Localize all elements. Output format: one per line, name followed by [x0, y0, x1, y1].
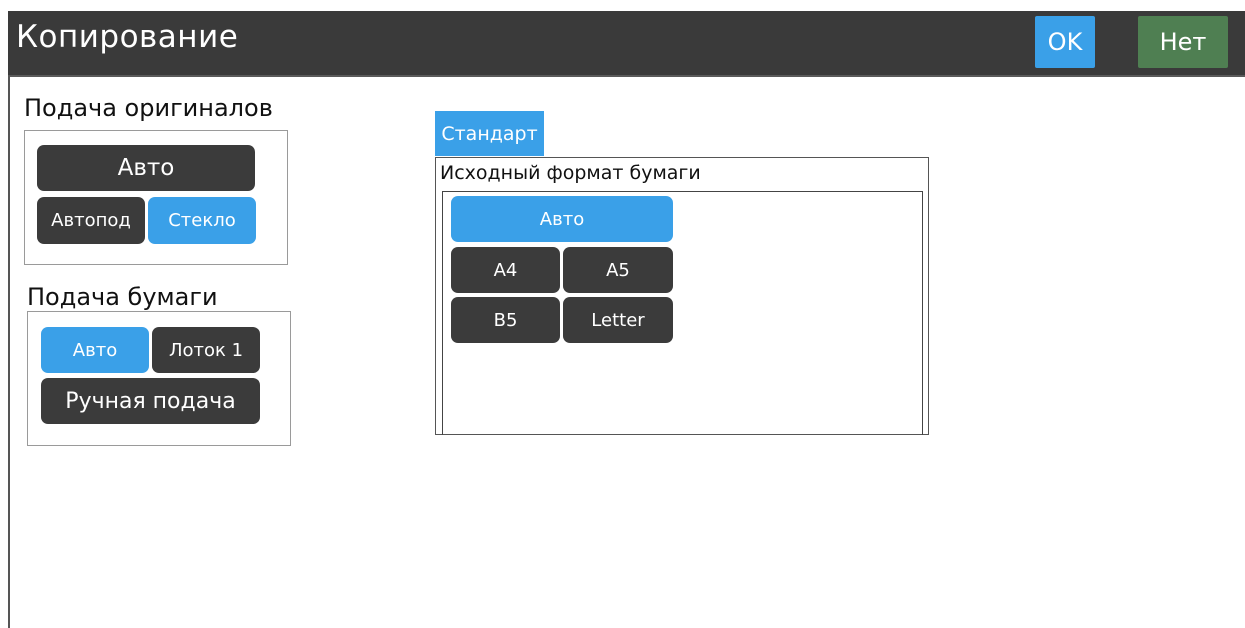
paper-feed-tray1-button[interactable]: Лоток 1 [152, 327, 260, 373]
paper-feed-heading: Подача бумаги [27, 283, 218, 311]
paper-feed-auto-button[interactable]: Авто [41, 327, 149, 373]
original-size-a4-button[interactable]: A4 [451, 247, 560, 293]
cancel-button[interactable]: Нет [1138, 16, 1228, 68]
paper-feed-manual-button[interactable]: Ручная подача [41, 378, 260, 424]
original-feed-adf-button[interactable]: Автопод [37, 197, 145, 244]
original-feed-auto-button[interactable]: Авто [37, 145, 255, 191]
original-size-b5-button[interactable]: B5 [451, 297, 560, 343]
original-size-a5-button[interactable]: A5 [563, 247, 673, 293]
title-bar: Копирование OK Нет [8, 11, 1245, 77]
tab-standard[interactable]: Стандарт [435, 111, 544, 156]
original-size-auto-button[interactable]: Авто [451, 196, 673, 242]
paper-feed-panel: Авто Лоток 1 Ручная подача [27, 311, 291, 446]
original-size-panel: Исходный формат бумаги Авто A4 A5 B5 Let… [435, 157, 929, 435]
original-feed-panel: Авто Автопод Стекло [24, 130, 288, 265]
original-feed-glass-button[interactable]: Стекло [148, 197, 256, 244]
original-size-letter-button[interactable]: Letter [563, 297, 673, 343]
original-size-heading: Исходный формат бумаги [440, 162, 701, 184]
ok-button[interactable]: OK [1035, 16, 1095, 68]
window-left-border [8, 75, 10, 628]
original-size-button-area: Авто A4 A5 B5 Letter [442, 191, 923, 435]
original-feed-heading: Подача оригиналов [24, 94, 273, 122]
window-title: Копирование [16, 19, 239, 55]
